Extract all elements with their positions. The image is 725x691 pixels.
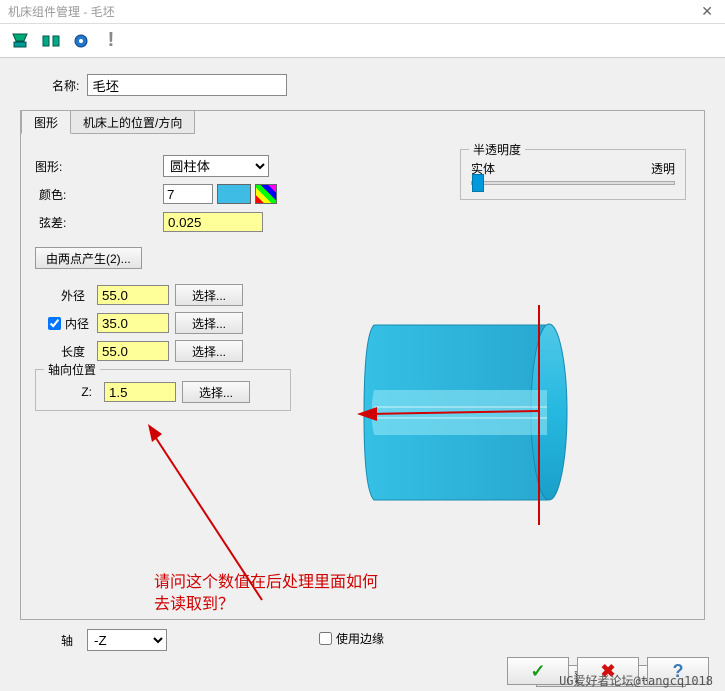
- inner-diameter-label: 内径: [65, 315, 89, 332]
- length-select-button[interactable]: 选择...: [175, 340, 243, 362]
- shape-label: 图形:: [35, 158, 163, 175]
- toolbar: !: [0, 24, 725, 58]
- name-input[interactable]: [87, 74, 287, 96]
- inner-diameter-select-button[interactable]: 选择...: [175, 312, 243, 334]
- titlebar: 机床组件管理 - 毛坯 ✕: [0, 0, 725, 24]
- shape-select[interactable]: 圆柱体: [163, 155, 269, 177]
- outer-diameter-select-button[interactable]: 选择...: [175, 284, 243, 306]
- close-icon[interactable]: ✕: [693, 3, 721, 20]
- outer-diameter-input[interactable]: [97, 285, 169, 305]
- tool-icon[interactable]: [70, 30, 92, 52]
- outer-diameter-label: 外径: [35, 287, 91, 304]
- workpiece-icon[interactable]: [10, 30, 32, 52]
- length-label: 长度: [35, 343, 91, 360]
- axial-group-label: 轴向位置: [44, 361, 100, 378]
- color-swatch[interactable]: [217, 184, 251, 204]
- use-edges-checkbox[interactable]: [319, 632, 332, 645]
- cylinder-preview-svg: [319, 215, 689, 605]
- axial-position-group: 轴向位置 Z: 选择...: [35, 369, 291, 411]
- inner-diameter-input[interactable]: [97, 313, 169, 333]
- palette-icon[interactable]: [255, 184, 277, 204]
- 3d-preview: [319, 215, 689, 605]
- name-row: 名称:: [20, 74, 705, 96]
- two-points-button[interactable]: 由两点产生(2)...: [35, 247, 142, 269]
- info-icon[interactable]: !: [100, 30, 122, 52]
- annotation-text: 请问这个数值在后处理里面如何 去读取到？: [154, 572, 378, 617]
- tab-shape[interactable]: 图形: [21, 110, 71, 134]
- transparent-label: 透明: [651, 160, 675, 177]
- transparency-group: 半透明度 实体 透明: [460, 149, 686, 200]
- z-select-button[interactable]: 选择...: [182, 381, 250, 403]
- name-label: 名称:: [52, 77, 79, 94]
- tab-body: 图形: 圆柱体 颜色: 弦差: 由两点产生(2)... 外径: [21, 135, 704, 619]
- content: 名称: 图形 机床上的位置/方向 图形: 圆柱体 颜色: 弦差:: [0, 58, 725, 658]
- color-label: 颜色:: [39, 186, 97, 203]
- axis-row: 轴 -Z: [61, 629, 167, 651]
- chord-input[interactable]: [163, 212, 263, 232]
- fixture-icon[interactable]: [40, 30, 62, 52]
- use-edges-row: 使用边缘: [319, 630, 384, 647]
- inner-diameter-checkbox[interactable]: [48, 317, 61, 330]
- use-edges-label: 使用边缘: [336, 630, 384, 647]
- watermark: UG爱好者论坛@tangcq1018: [559, 672, 713, 689]
- tab-position[interactable]: 机床上的位置/方向: [70, 110, 195, 134]
- axis-select[interactable]: -Z: [87, 629, 167, 651]
- z-input[interactable]: [104, 382, 176, 402]
- transparency-title: 半透明度: [469, 141, 525, 158]
- axis-label: 轴: [61, 632, 73, 649]
- window-title: 机床组件管理 - 毛坯: [4, 3, 115, 20]
- color-number-input[interactable]: [163, 184, 213, 204]
- slider-thumb[interactable]: [472, 174, 484, 192]
- z-label: Z:: [42, 385, 98, 399]
- length-input[interactable]: [97, 341, 169, 361]
- tab-strip: 图形 机床上的位置/方向: [21, 110, 704, 134]
- transparency-slider[interactable]: [471, 181, 675, 185]
- chord-label: 弦差:: [39, 214, 97, 231]
- tab-container: 图形 机床上的位置/方向 图形: 圆柱体 颜色: 弦差:: [20, 110, 705, 620]
